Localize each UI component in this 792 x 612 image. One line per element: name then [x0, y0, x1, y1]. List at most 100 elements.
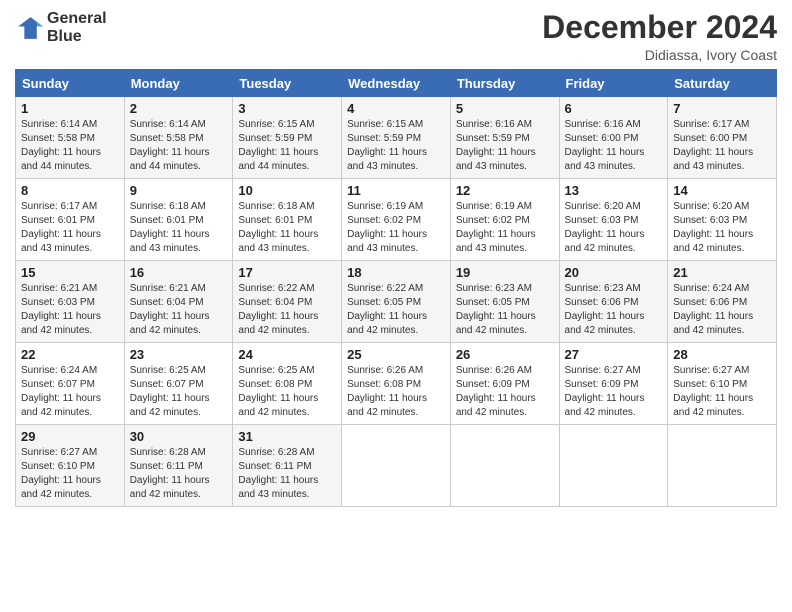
calendar-cell: 4 Sunrise: 6:15 AMSunset: 5:59 PMDayligh… [342, 97, 451, 179]
calendar-cell: 21 Sunrise: 6:24 AMSunset: 6:06 PMDaylig… [668, 261, 777, 343]
title-block: December 2024 Didiassa, Ivory Coast [542, 10, 777, 63]
day-number: 22 [21, 347, 119, 362]
header-monday: Monday [124, 70, 233, 97]
day-info: Sunrise: 6:25 AMSunset: 6:08 PMDaylight:… [238, 364, 336, 420]
calendar-cell: 7 Sunrise: 6:17 AMSunset: 6:00 PMDayligh… [668, 97, 777, 179]
logo-line1: General [47, 10, 107, 28]
day-info: Sunrise: 6:18 AMSunset: 6:01 PMDaylight:… [238, 200, 336, 256]
calendar-cell: 15 Sunrise: 6:21 AMSunset: 6:03 PMDaylig… [16, 261, 125, 343]
day-info: Sunrise: 6:19 AMSunset: 6:02 PMDaylight:… [456, 200, 554, 256]
month-title: December 2024 [542, 10, 777, 45]
day-info: Sunrise: 6:20 AMSunset: 6:03 PMDaylight:… [673, 200, 771, 256]
day-number: 5 [456, 101, 554, 116]
day-number: 10 [238, 183, 336, 198]
day-info: Sunrise: 6:28 AMSunset: 6:11 PMDaylight:… [130, 446, 228, 502]
page: General Blue December 2024 Didiassa, Ivo… [0, 0, 792, 612]
calendar-cell: 14 Sunrise: 6:20 AMSunset: 6:03 PMDaylig… [668, 179, 777, 261]
day-number: 11 [347, 183, 445, 198]
calendar-cell [668, 425, 777, 507]
calendar-cell: 27 Sunrise: 6:27 AMSunset: 6:09 PMDaylig… [559, 343, 668, 425]
calendar-cell [559, 425, 668, 507]
calendar-cell: 6 Sunrise: 6:16 AMSunset: 6:00 PMDayligh… [559, 97, 668, 179]
day-number: 16 [130, 265, 228, 280]
day-number: 4 [347, 101, 445, 116]
day-info: Sunrise: 6:28 AMSunset: 6:11 PMDaylight:… [238, 446, 336, 502]
calendar-cell: 13 Sunrise: 6:20 AMSunset: 6:03 PMDaylig… [559, 179, 668, 261]
day-number: 27 [565, 347, 663, 362]
header-wednesday: Wednesday [342, 70, 451, 97]
day-number: 2 [130, 101, 228, 116]
day-info: Sunrise: 6:15 AMSunset: 5:59 PMDaylight:… [347, 118, 445, 174]
day-number: 7 [673, 101, 771, 116]
calendar-cell: 31 Sunrise: 6:28 AMSunset: 6:11 PMDaylig… [233, 425, 342, 507]
day-info: Sunrise: 6:21 AMSunset: 6:04 PMDaylight:… [130, 282, 228, 338]
calendar-cell [450, 425, 559, 507]
calendar-cell: 2 Sunrise: 6:14 AMSunset: 5:58 PMDayligh… [124, 97, 233, 179]
day-number: 1 [21, 101, 119, 116]
day-info: Sunrise: 6:16 AMSunset: 5:59 PMDaylight:… [456, 118, 554, 174]
calendar-week-4: 29 Sunrise: 6:27 AMSunset: 6:10 PMDaylig… [16, 425, 777, 507]
calendar-cell: 1 Sunrise: 6:14 AMSunset: 5:58 PMDayligh… [16, 97, 125, 179]
calendar-cell: 30 Sunrise: 6:28 AMSunset: 6:11 PMDaylig… [124, 425, 233, 507]
day-number: 19 [456, 265, 554, 280]
calendar-cell: 3 Sunrise: 6:15 AMSunset: 5:59 PMDayligh… [233, 97, 342, 179]
calendar-cell [342, 425, 451, 507]
header-friday: Friday [559, 70, 668, 97]
calendar-header-row: SundayMondayTuesdayWednesdayThursdayFrid… [16, 70, 777, 97]
header: General Blue December 2024 Didiassa, Ivo… [15, 10, 777, 63]
day-info: Sunrise: 6:17 AMSunset: 6:01 PMDaylight:… [21, 200, 119, 256]
day-info: Sunrise: 6:24 AMSunset: 6:06 PMDaylight:… [673, 282, 771, 338]
day-number: 8 [21, 183, 119, 198]
calendar-week-0: 1 Sunrise: 6:14 AMSunset: 5:58 PMDayligh… [16, 97, 777, 179]
day-info: Sunrise: 6:27 AMSunset: 6:10 PMDaylight:… [673, 364, 771, 420]
day-number: 18 [347, 265, 445, 280]
day-info: Sunrise: 6:23 AMSunset: 6:05 PMDaylight:… [456, 282, 554, 338]
day-info: Sunrise: 6:14 AMSunset: 5:58 PMDaylight:… [130, 118, 228, 174]
logo: General Blue [15, 10, 107, 45]
day-number: 9 [130, 183, 228, 198]
calendar-cell: 29 Sunrise: 6:27 AMSunset: 6:10 PMDaylig… [16, 425, 125, 507]
day-number: 26 [456, 347, 554, 362]
day-number: 6 [565, 101, 663, 116]
day-number: 14 [673, 183, 771, 198]
day-number: 3 [238, 101, 336, 116]
day-info: Sunrise: 6:27 AMSunset: 6:10 PMDaylight:… [21, 446, 119, 502]
day-info: Sunrise: 6:15 AMSunset: 5:59 PMDaylight:… [238, 118, 336, 174]
day-info: Sunrise: 6:22 AMSunset: 6:04 PMDaylight:… [238, 282, 336, 338]
calendar-cell: 8 Sunrise: 6:17 AMSunset: 6:01 PMDayligh… [16, 179, 125, 261]
calendar-cell: 17 Sunrise: 6:22 AMSunset: 6:04 PMDaylig… [233, 261, 342, 343]
day-info: Sunrise: 6:16 AMSunset: 6:00 PMDaylight:… [565, 118, 663, 174]
calendar-week-3: 22 Sunrise: 6:24 AMSunset: 6:07 PMDaylig… [16, 343, 777, 425]
day-number: 21 [673, 265, 771, 280]
calendar-cell: 28 Sunrise: 6:27 AMSunset: 6:10 PMDaylig… [668, 343, 777, 425]
calendar-cell: 11 Sunrise: 6:19 AMSunset: 6:02 PMDaylig… [342, 179, 451, 261]
day-number: 12 [456, 183, 554, 198]
logo-icon [15, 14, 43, 42]
header-sunday: Sunday [16, 70, 125, 97]
calendar-cell: 16 Sunrise: 6:21 AMSunset: 6:04 PMDaylig… [124, 261, 233, 343]
day-info: Sunrise: 6:20 AMSunset: 6:03 PMDaylight:… [565, 200, 663, 256]
day-number: 20 [565, 265, 663, 280]
calendar-cell: 22 Sunrise: 6:24 AMSunset: 6:07 PMDaylig… [16, 343, 125, 425]
day-number: 30 [130, 429, 228, 444]
day-info: Sunrise: 6:26 AMSunset: 6:09 PMDaylight:… [456, 364, 554, 420]
day-info: Sunrise: 6:26 AMSunset: 6:08 PMDaylight:… [347, 364, 445, 420]
day-number: 29 [21, 429, 119, 444]
header-tuesday: Tuesday [233, 70, 342, 97]
calendar: SundayMondayTuesdayWednesdayThursdayFrid… [15, 69, 777, 507]
calendar-cell: 10 Sunrise: 6:18 AMSunset: 6:01 PMDaylig… [233, 179, 342, 261]
header-thursday: Thursday [450, 70, 559, 97]
calendar-cell: 26 Sunrise: 6:26 AMSunset: 6:09 PMDaylig… [450, 343, 559, 425]
day-info: Sunrise: 6:17 AMSunset: 6:00 PMDaylight:… [673, 118, 771, 174]
calendar-week-1: 8 Sunrise: 6:17 AMSunset: 6:01 PMDayligh… [16, 179, 777, 261]
calendar-cell: 12 Sunrise: 6:19 AMSunset: 6:02 PMDaylig… [450, 179, 559, 261]
logo-line2: Blue [47, 28, 107, 46]
day-info: Sunrise: 6:27 AMSunset: 6:09 PMDaylight:… [565, 364, 663, 420]
calendar-body: 1 Sunrise: 6:14 AMSunset: 5:58 PMDayligh… [16, 97, 777, 507]
calendar-cell: 24 Sunrise: 6:25 AMSunset: 6:08 PMDaylig… [233, 343, 342, 425]
day-info: Sunrise: 6:14 AMSunset: 5:58 PMDaylight:… [21, 118, 119, 174]
calendar-cell: 20 Sunrise: 6:23 AMSunset: 6:06 PMDaylig… [559, 261, 668, 343]
calendar-cell: 25 Sunrise: 6:26 AMSunset: 6:08 PMDaylig… [342, 343, 451, 425]
day-number: 23 [130, 347, 228, 362]
header-saturday: Saturday [668, 70, 777, 97]
